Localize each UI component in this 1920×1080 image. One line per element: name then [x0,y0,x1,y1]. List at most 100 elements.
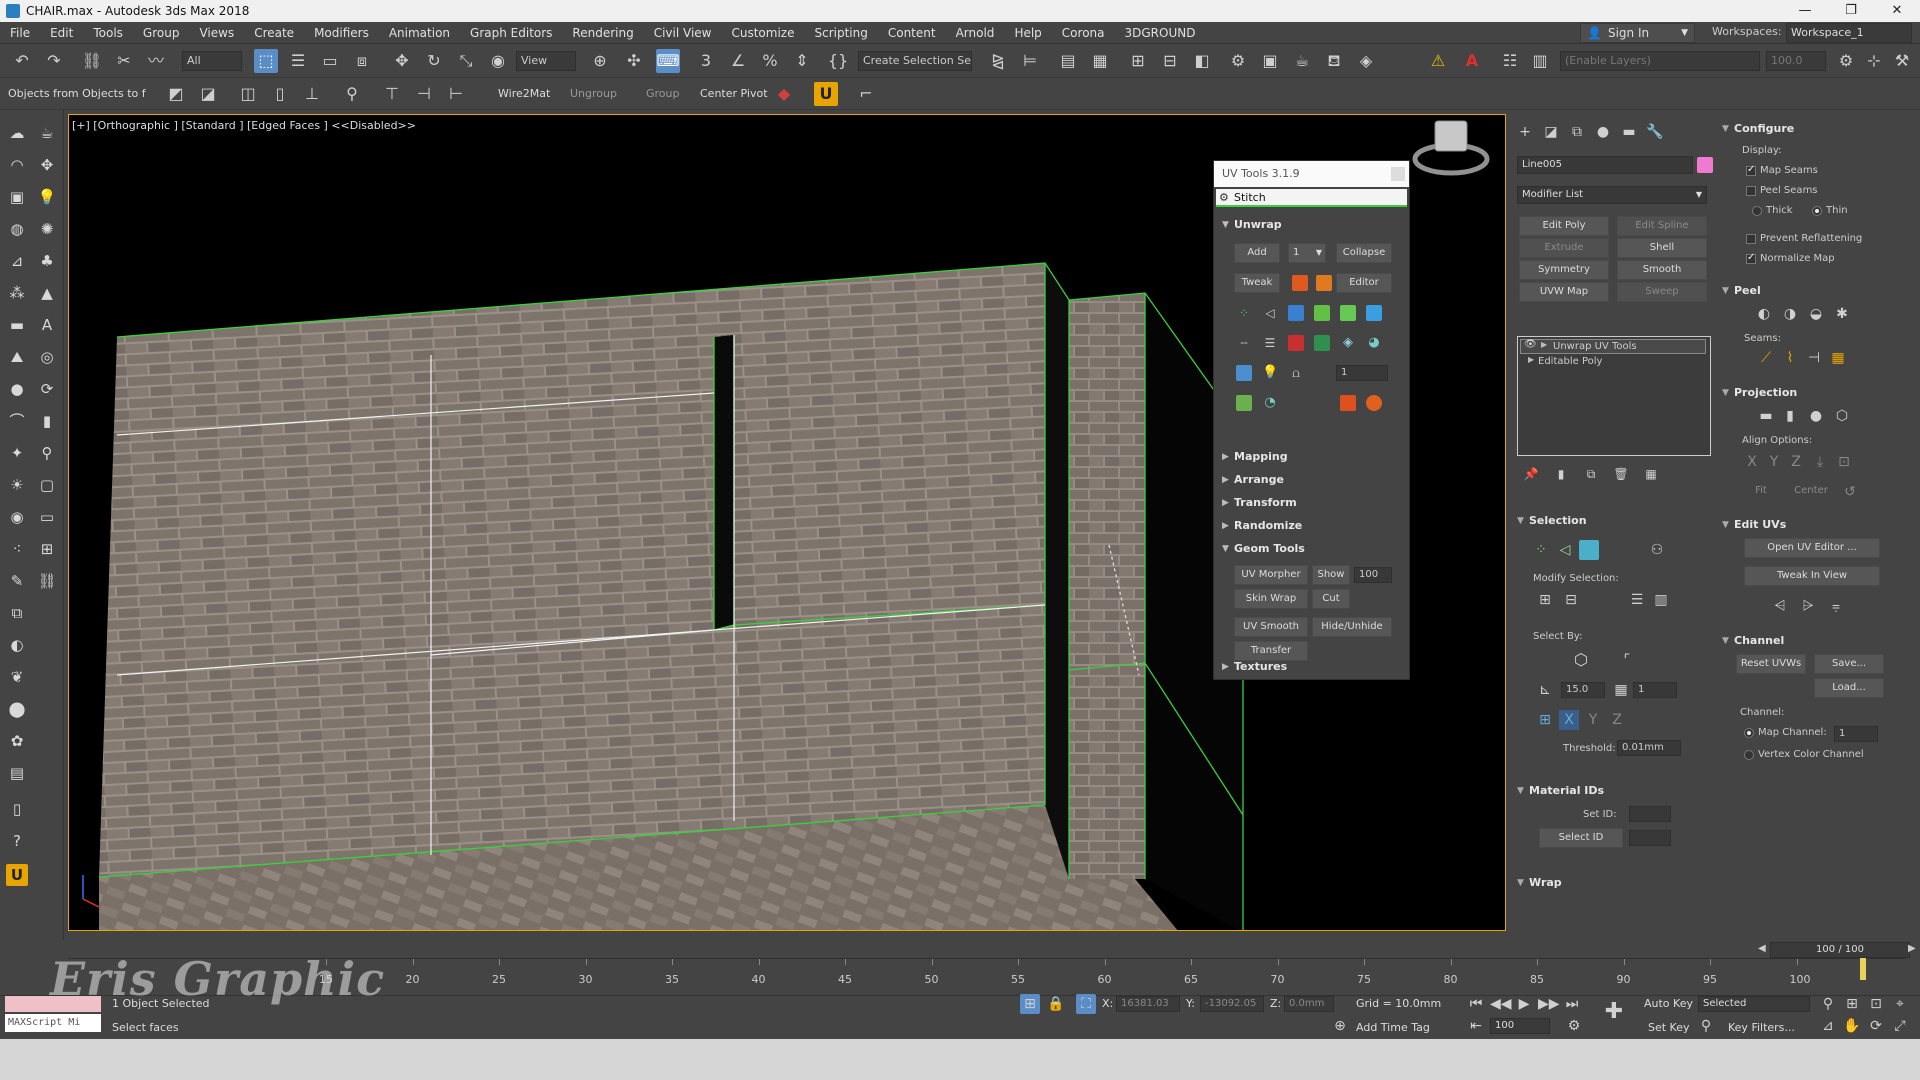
plane-icon[interactable]: ▬ [6,314,28,336]
menu-views[interactable]: Views [189,22,244,44]
rollout-textures[interactable]: ▶ Textures [1218,657,1406,677]
threshold-spinner[interactable]: 0.01mm [1617,740,1681,756]
configure-rollout[interactable]: ▼ Configure [1720,120,1794,138]
projection-rollout[interactable]: ▼ Projection [1720,384,1797,402]
split-panel-icon[interactable]: ◫ [236,82,260,106]
create-selection-set-dropdown[interactable]: Create Selection Se [858,51,972,71]
dash-line-icon[interactable]: ╌ [1236,335,1252,351]
edit-named-selection-icon[interactable]: {} [826,49,850,73]
scatter-icon[interactable]: ⁖ [6,538,28,560]
star-icon[interactable]: ✦ [6,442,28,464]
cylindrical-map-icon[interactable]: ▮ [1780,406,1800,426]
channel-rollout[interactable]: ▼ Channel [1720,632,1784,650]
gizmo-icon[interactable]: ✥ [36,154,58,176]
set-key-button[interactable]: Set Key [1648,1020,1690,1036]
rotate-icon[interactable]: ↻ [422,49,446,73]
align-icon[interactable]: ⊨ [1018,49,1042,73]
time-slider[interactable]: 100 / 100 [1770,942,1910,958]
orange-square-2-icon[interactable] [1316,275,1332,291]
key-mode-icon[interactable]: ⇤ [1466,1016,1486,1036]
move-icon[interactable]: ✥ [390,49,414,73]
set-key-big-icon[interactable]: ✚ [1604,1001,1624,1023]
layer-manager-icon[interactable]: ▥ [1528,49,1552,73]
thick-radio[interactable] [1752,206,1762,216]
planar-map-icon[interactable]: ▬ [1756,406,1776,426]
align-top-icon[interactable]: ⊤ [380,82,404,106]
objects-label[interactable]: Objects from Objects to f [8,84,146,104]
element-mode-icon[interactable] [1314,305,1330,321]
scene-explorer-icon[interactable]: ▦ [1088,49,1112,73]
modify-tab-icon[interactable]: ◪ [1541,122,1561,142]
cone-icon[interactable]: ▲ [36,282,58,304]
edit-poly-button[interactable]: Edit Poly [1519,216,1609,236]
checker-icon[interactable]: ◈ [1340,335,1356,351]
prev-frame-icon[interactable]: ◀◀ [1490,994,1512,1014]
eye-icon[interactable]: 👁 [1524,339,1537,350]
motion-tab-icon[interactable]: ● [1593,122,1613,142]
menu-rendering[interactable]: Rendering [562,22,643,44]
link-tool-icon[interactable]: ⛓ [36,570,58,592]
key-filter-icon[interactable]: ⚲ [1696,1016,1716,1036]
fov-icon[interactable]: ⊿ [1818,1016,1838,1036]
element-select-icon[interactable]: ⚇ [1647,540,1667,560]
sign-in-dropdown[interactable]: 👤 Sign In ▼ [1580,23,1695,43]
menu-modifiers[interactable]: Modifiers [304,22,379,44]
select-by-edge-icon[interactable]: ⌜ [1617,650,1637,670]
orange-square-icon[interactable] [1292,275,1308,291]
cloud-icon[interactable]: ☁ [6,122,28,144]
render-iterative-icon[interactable]: ⛾ [1322,49,1346,73]
select-id-button[interactable]: Select ID [1539,828,1623,848]
point-to-point-seams-icon[interactable]: ⌇ [1780,348,1800,368]
workspace-dropdown[interactable]: Workspace_1 [1786,23,1912,43]
thin-radio[interactable] [1812,206,1822,216]
display-tab-icon[interactable]: ▬ [1619,122,1639,142]
ref-coord-dropdown[interactable]: View [516,51,576,71]
tree-icon[interactable]: ♣ [36,250,58,272]
vertex-mode-icon[interactable]: ⁘ [1236,305,1252,321]
particles-icon[interactable]: ⁂ [6,282,28,304]
pan-icon[interactable]: ✋ [1842,1016,1862,1036]
select-manipulate-icon[interactable]: ✣ [622,49,646,73]
lines-icon[interactable]: ☰ [1262,335,1278,351]
rollout-unwrap[interactable]: ▼ Unwrap [1218,215,1406,235]
rollout-geom-tools[interactable]: ▼ Geom Tools [1218,539,1406,559]
select-object-icon[interactable]: ⬚ [254,49,278,73]
zoom-icon[interactable]: ⚲ [1818,994,1838,1014]
set-id-spinner[interactable] [1629,806,1671,822]
globe-icon[interactable]: ◐ [6,634,28,656]
shaded-icon[interactable]: ◪ [196,82,220,106]
uv-morpher-button[interactable]: UV Morpher [1234,565,1308,585]
absolute-mode-icon[interactable]: ⛶ [1076,994,1096,1014]
menu-scripting[interactable]: Scripting [804,22,877,44]
maximize-button[interactable]: ❐ [1828,0,1874,22]
quick-planar-icon[interactable]: ⩤ [1770,596,1790,616]
group-button[interactable]: Group [646,84,680,104]
zoom-all-icon[interactable]: ⊡ [1866,994,1886,1014]
cylinder-icon[interactable]: ▮ [36,410,58,432]
face-mode-icon[interactable] [1288,305,1304,321]
uv-spinner[interactable]: 1 [1336,365,1388,381]
go-to-start-icon[interactable]: ⏮ [1466,994,1486,1014]
align-z-button[interactable]: Z [1786,452,1806,472]
snap-3d-icon[interactable]: 3 [694,49,718,73]
helper-icon[interactable]: ◍ [6,218,28,240]
rendered-frame-icon[interactable]: ▣ [1258,49,1282,73]
sphere-create-icon[interactable]: ◠ [6,154,28,176]
render-icon[interactable]: ☕ [1290,49,1314,73]
hierarchy-tab-icon[interactable]: ⧉ [1567,122,1587,142]
spotlight-icon[interactable]: ☀ [6,474,28,496]
menu-corona[interactable]: Corona [1052,22,1115,44]
hierarchy-icon[interactable]: ⧉ [6,602,28,624]
align-normal-icon[interactable]: ⤓ [1810,452,1830,472]
extrude-button[interactable]: Extrude [1519,238,1609,258]
maxscript-listener[interactable]: MAXScript Mi [5,1014,101,1032]
grid-step-icon[interactable]: ▦ [1611,680,1631,700]
material-editor-icon[interactable]: ◧ [1190,49,1214,73]
sphere-icon[interactable]: ● [6,378,28,400]
save-button[interactable]: Save... [1814,654,1884,674]
add-count-dropdown[interactable]: 1 ▼ [1288,243,1326,263]
key-selection-dropdown[interactable]: Selected [1698,996,1810,1012]
enable-layers-dropdown[interactable]: (Enable Layers) [1560,51,1760,71]
wireframe-icon[interactable]: ◩ [164,82,188,106]
maximize-viewport-icon[interactable]: ⤢ [1890,1016,1910,1036]
